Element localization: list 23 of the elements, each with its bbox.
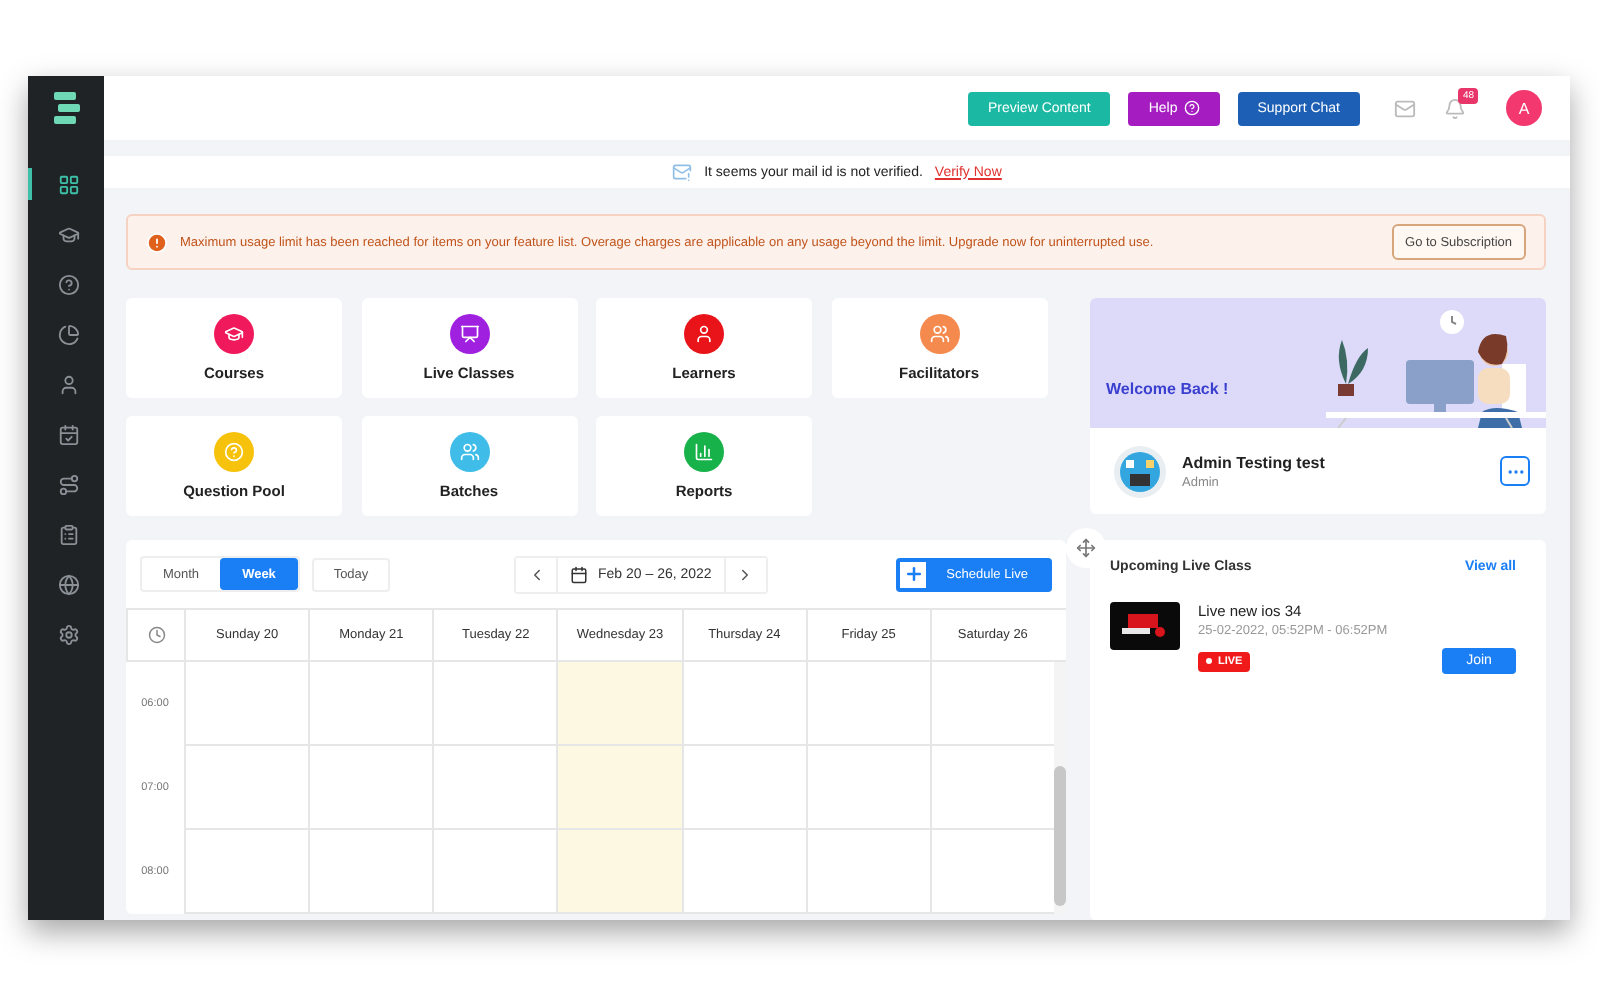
logo-icon	[52, 92, 80, 124]
pie-chart-icon	[57, 323, 79, 345]
welcome-title: Welcome Back !	[1106, 380, 1229, 398]
help-icon	[57, 273, 79, 295]
alert-icon	[146, 231, 168, 253]
route-icon	[57, 473, 79, 495]
more-button[interactable]	[1500, 456, 1530, 486]
user-icon	[57, 373, 79, 395]
bell-icon[interactable]	[1444, 97, 1466, 119]
avatar[interactable]: A	[1506, 90, 1542, 126]
plus-icon	[903, 564, 924, 584]
globe-icon	[57, 573, 79, 595]
calendar-icon	[570, 565, 588, 583]
calendar-icon	[57, 423, 79, 445]
settings-icon	[57, 623, 79, 645]
clock-icon	[147, 626, 165, 644]
move-icon	[1076, 538, 1096, 558]
help-icon	[1183, 100, 1200, 116]
dashboard-icon	[57, 173, 79, 195]
mail-warning-icon	[672, 162, 693, 182]
profile-name: Admin Testing test	[1182, 453, 1325, 471]
clipboard-icon	[57, 523, 79, 545]
graduation-cap-icon	[57, 223, 79, 245]
